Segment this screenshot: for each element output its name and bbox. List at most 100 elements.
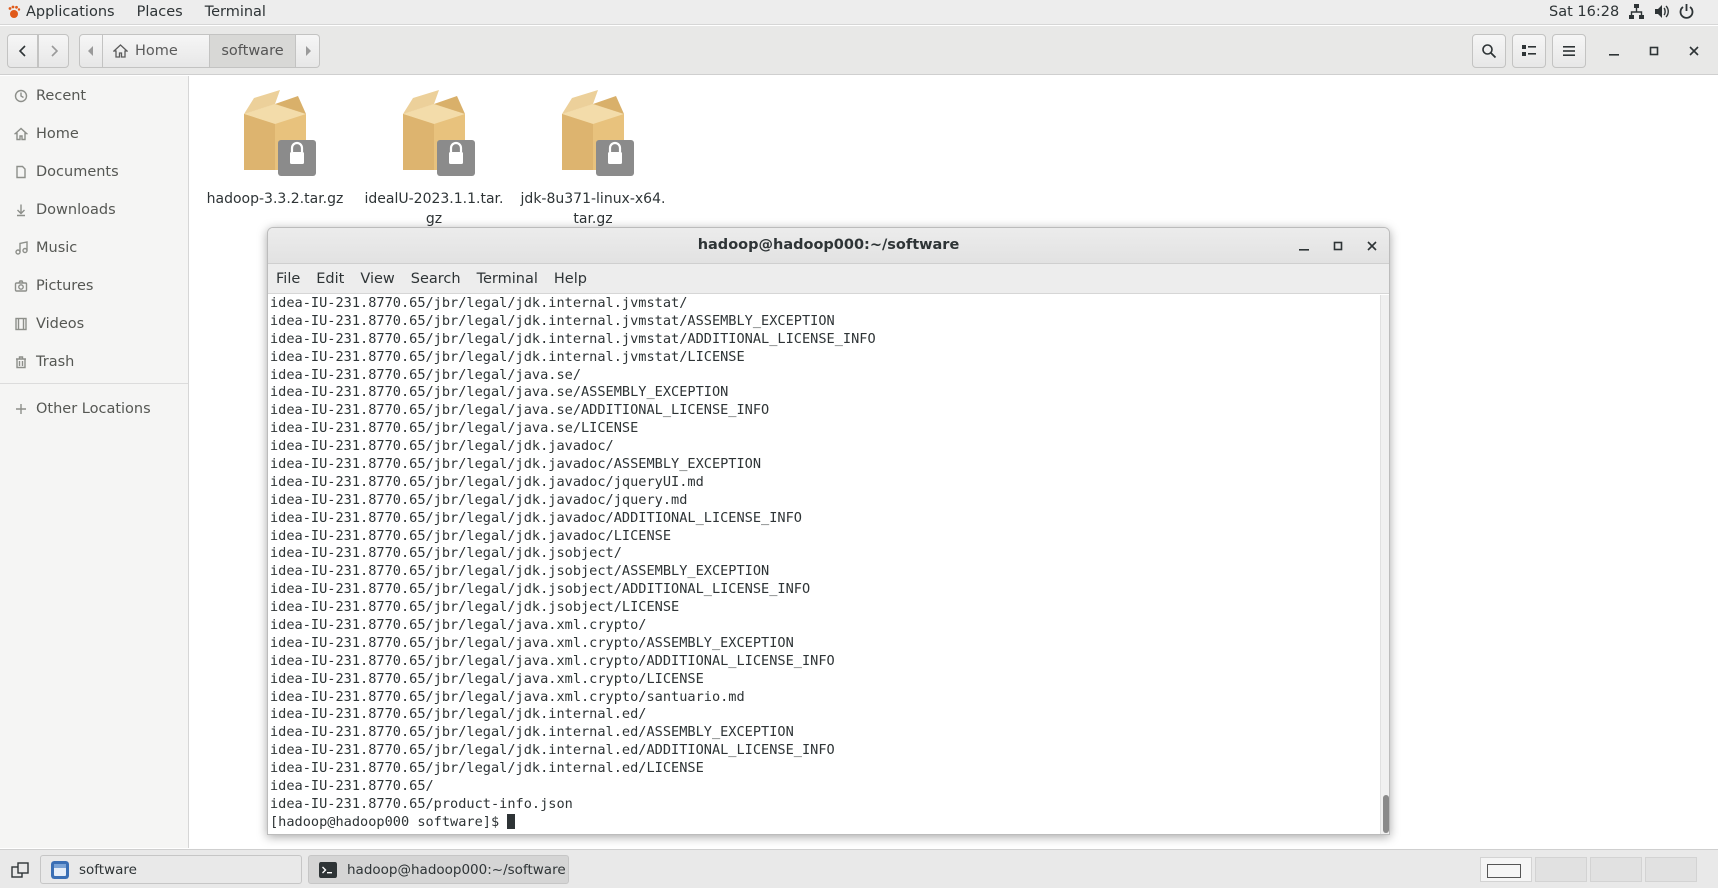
show-desktop-button[interactable] [6, 855, 34, 884]
taskbar-item-label: software [79, 861, 137, 878]
close-icon [1689, 46, 1699, 56]
chevron-left-icon [18, 45, 26, 57]
top-menu: Applications Places Terminal [0, 0, 277, 25]
terminal-window[interactable]: hadoop@hadoop000:~/software File Edit Vi… [267, 227, 1390, 835]
sidebar-separator [0, 383, 188, 384]
path-software-button[interactable]: software [210, 34, 296, 68]
terminal-icon [319, 861, 337, 878]
terminal-maximize-button[interactable] [1330, 238, 1346, 254]
maximize-icon [1333, 241, 1343, 251]
menu-button[interactable] [1552, 34, 1586, 68]
workspace-1[interactable] [1480, 857, 1532, 882]
terminal-line: idea-IU-231.8770.65/jbr/legal/jdk.intern… [270, 742, 835, 759]
sidebar-item-label: Downloads [36, 202, 116, 218]
workspace-4[interactable] [1645, 857, 1697, 882]
applications-menu[interactable]: Applications [15, 4, 126, 20]
small-right-arrow-icon [305, 46, 311, 56]
sidebar-item-label: Trash [36, 354, 75, 370]
terminal-line: idea-IU-231.8770.65/jbr/legal/jdk.intern… [270, 312, 835, 329]
terminal-line: idea-IU-231.8770.65/jbr/legal/jdk.intern… [270, 295, 688, 311]
terminal-menu-view[interactable]: View [352, 271, 402, 287]
clock[interactable]: Sat 16:28 [1549, 4, 1619, 20]
clock-icon [14, 89, 28, 103]
terminal-line: idea-IU-231.8770.65/jbr/legal/java.xml.c… [270, 617, 647, 634]
terminal-line: idea-IU-231.8770.65/jbr/legal/jdk.intern… [270, 706, 647, 723]
terminal-line: idea-IU-231.8770.65/jbr/legal/jdk.jsobje… [270, 599, 680, 616]
top-bar: Applications Places Terminal Sat 16:28 [0, 0, 1718, 25]
workspace-window-thumbnail [1487, 864, 1521, 878]
document-icon [16, 165, 26, 179]
close-button[interactable] [1686, 43, 1702, 59]
sidebar-item-label: Recent [36, 88, 87, 104]
terminal-menu-help[interactable]: Help [546, 271, 595, 287]
home-icon [14, 127, 28, 141]
file-manager-header: Home software [0, 26, 1718, 75]
terminal-line: idea-IU-231.8770.65/jbr/legal/jdk.intern… [270, 760, 704, 777]
sidebar-item-documents[interactable]: Documents [0, 155, 188, 189]
terminal-app-menu[interactable]: Terminal [194, 4, 277, 20]
path-home-label: Home [135, 43, 178, 59]
maximize-button[interactable] [1646, 43, 1662, 59]
taskbar-item-terminal[interactable]: hadoop@hadoop000:~/software [308, 855, 569, 884]
terminal-line: idea-IU-231.8770.65/jbr/legal/jdk.javado… [270, 473, 704, 490]
taskbar-item-software[interactable]: software [40, 855, 302, 884]
terminal-close-button[interactable] [1364, 238, 1380, 254]
window-list-bar: software hadoop@hadoop000:~/software [0, 849, 1718, 888]
path-scroll-left-button[interactable] [79, 34, 103, 68]
terminal-line: idea-IU-231.8770.65/jbr/legal/jdk.javado… [270, 491, 688, 508]
sidebar-item-downloads[interactable]: Downloads [0, 193, 188, 227]
terminal-menu-file[interactable]: File [268, 271, 308, 287]
archive-package-icon [244, 90, 316, 176]
terminal-menu-terminal[interactable]: Terminal [469, 271, 546, 287]
terminal-titlebar[interactable]: hadoop@hadoop000:~/software [268, 228, 1389, 264]
path-software-label: software [221, 43, 284, 59]
sidebar-item-recent[interactable]: Recent [0, 79, 188, 113]
path-scroll-right-button[interactable] [296, 34, 320, 68]
list-view-icon [1522, 45, 1536, 56]
file-name: jdk-8u371-linux-x64. [520, 191, 666, 207]
forward-button[interactable] [38, 34, 69, 68]
sidebar-item-trash[interactable]: Trash [0, 345, 188, 379]
terminal-line: idea-IU-231.8770.65/jbr/legal/jdk.intern… [270, 348, 745, 365]
volume-icon[interactable] [1653, 3, 1670, 20]
network-icon[interactable] [1628, 3, 1645, 20]
workspace-3[interactable] [1590, 857, 1642, 882]
terminal-line: idea-IU-231.8770.65/jbr/legal/jdk.intern… [270, 724, 794, 741]
file-idea-archive[interactable]: idealU-2023.1.1.tar. gz [359, 84, 509, 229]
file-jdk-archive[interactable]: jdk-8u371-linux-x64. tar.gz [518, 84, 668, 229]
terminal-line: idea-IU-231.8770.65/ [270, 778, 434, 795]
workspace-2[interactable] [1535, 857, 1587, 882]
sidebar-item-pictures[interactable]: Pictures [0, 269, 188, 303]
sidebar-item-videos[interactable]: Videos [0, 307, 188, 341]
file-name: idealU-2023.1.1.tar. [364, 191, 504, 207]
back-button[interactable] [7, 34, 38, 68]
terminal-output[interactable]: idea-IU-231.8770.65/jbr/legal/jdk.intern… [268, 295, 1378, 834]
archive-package-icon [562, 90, 634, 176]
terminal-line: idea-IU-231.8770.65/jbr/legal/jdk.javado… [270, 456, 762, 473]
terminal-menu-search[interactable]: Search [403, 271, 469, 287]
file-name-continued: tar.gz [573, 211, 613, 227]
power-icon[interactable] [1678, 3, 1695, 20]
search-button[interactable] [1472, 34, 1506, 68]
view-mode-button[interactable] [1512, 34, 1546, 68]
camera-icon [14, 280, 28, 292]
sidebar-item-music[interactable]: Music [0, 231, 188, 265]
sidebar-item-label: Videos [36, 316, 85, 332]
system-tray[interactable] [1628, 3, 1695, 20]
sidebar-item-label: Other Locations [36, 401, 151, 417]
terminal-line: idea-IU-231.8770.65/jbr/legal/jdk.jsobje… [270, 563, 770, 580]
terminal-prompt: [hadoop@hadoop000 software]$ [270, 813, 508, 830]
terminal-scrollbar[interactable] [1380, 295, 1389, 834]
minimize-button[interactable] [1606, 43, 1622, 59]
scrollbar-thumb[interactable] [1383, 795, 1389, 833]
chevron-right-icon [50, 45, 58, 57]
places-menu[interactable]: Places [126, 4, 194, 20]
terminal-menu-edit[interactable]: Edit [308, 271, 352, 287]
sidebar-item-home[interactable]: Home [0, 117, 188, 151]
terminal-minimize-button[interactable] [1296, 238, 1312, 254]
path-home-button[interactable]: Home [103, 34, 210, 68]
sidebar-item-other-locations[interactable]: Other Locations [0, 392, 188, 426]
terminal-prompt-line[interactable]: [hadoop@hadoop000 software]$ [270, 813, 1378, 832]
file-hadoop-archive[interactable]: hadoop-3.3.2.tar.gz [200, 84, 350, 209]
sidebar-item-label: Pictures [36, 278, 94, 294]
